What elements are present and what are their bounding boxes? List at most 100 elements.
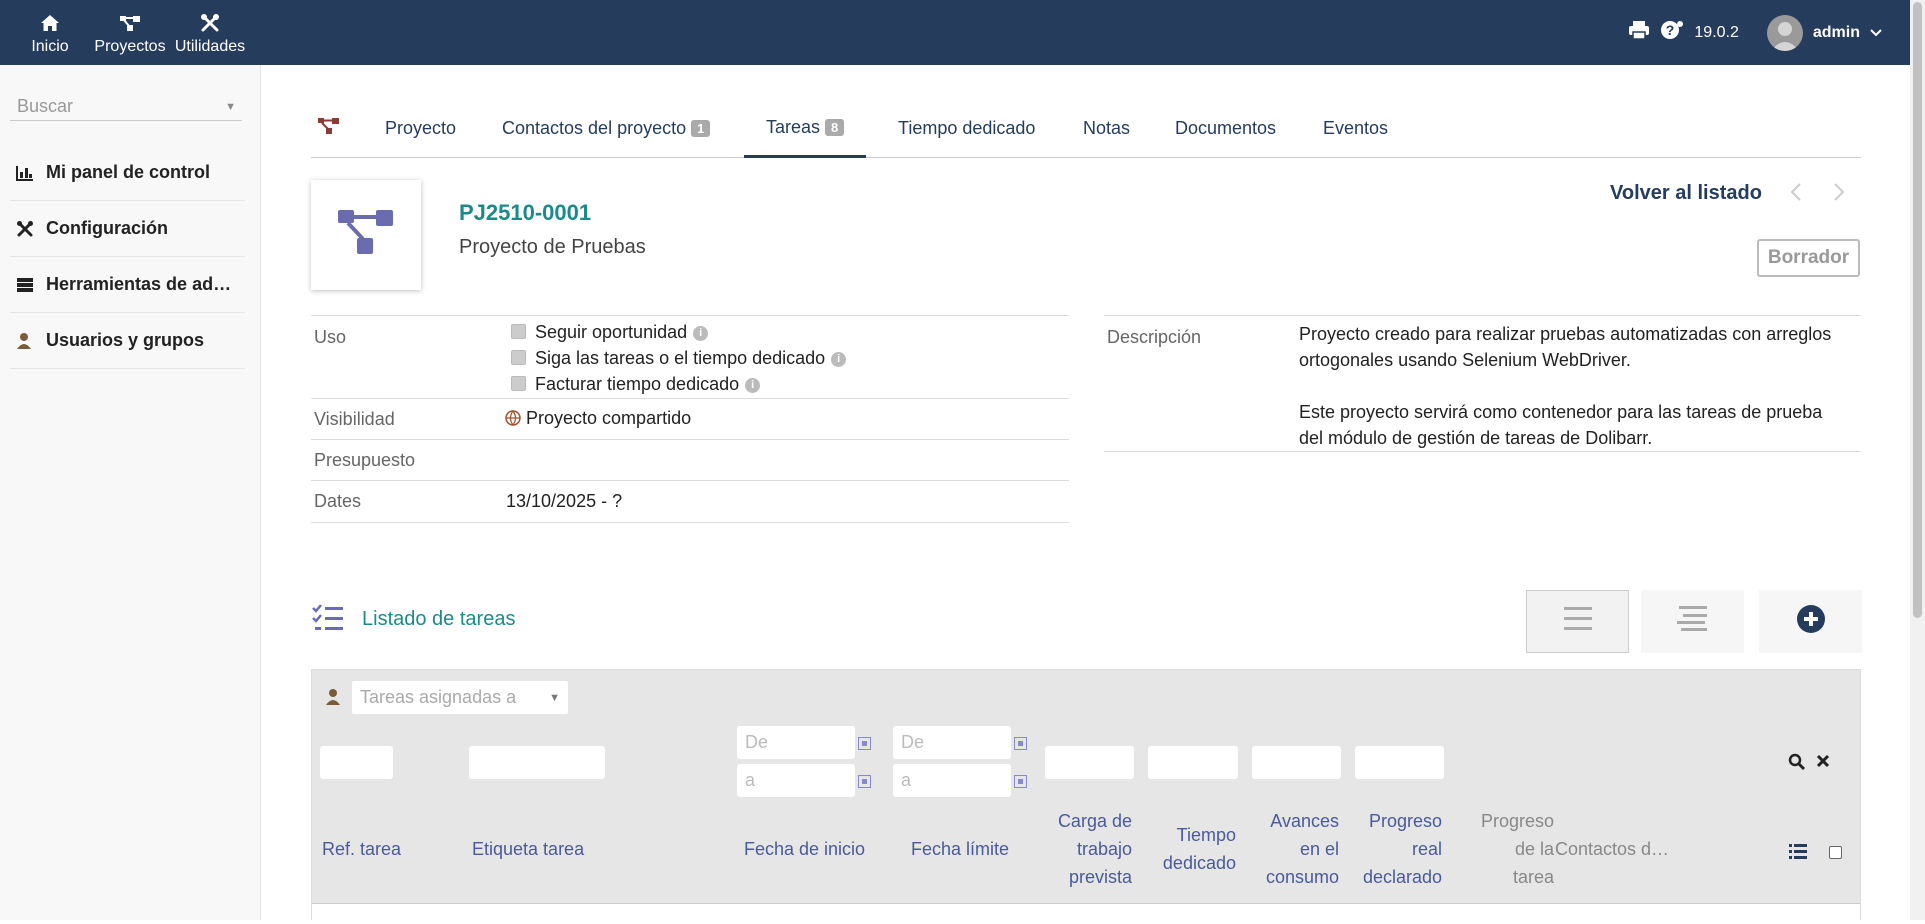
- tab-tareas[interactable]: Tareas 8: [744, 100, 867, 158]
- tab-label: Contactos del proyecto: [502, 117, 687, 138]
- usage-option-label: Siga las tareas o el tiempo dedicado: [535, 348, 826, 368]
- previous-arrow-icon[interactable]: [1790, 182, 1802, 208]
- search-icon[interactable]: [1788, 753, 1806, 776]
- filter-end-to-input[interactable]: a: [893, 764, 1011, 797]
- tab-proyecto[interactable]: Proyecto: [385, 100, 456, 156]
- fields-left: Uso Seguir oportunidad i Siga las tareas …: [311, 315, 1069, 523]
- list-view-button[interactable]: [1526, 590, 1629, 653]
- header-line: Carga de: [1057, 811, 1132, 831]
- scrollbar-thumb[interactable]: [1913, 2, 1922, 618]
- count-badge: 8: [825, 119, 845, 136]
- column-header-consumption-progress[interactable]: Avances en el consumo: [1232, 807, 1339, 891]
- plus-circle-icon: [1796, 604, 1826, 639]
- next-arrow-icon[interactable]: [1833, 182, 1845, 208]
- left-menu: Buscar ▼ Mi panel de control Configuraci…: [0, 65, 261, 920]
- field-dates-row: Dates 13/10/2025 - ?: [311, 480, 1069, 523]
- usage-option: Siga las tareas o el tiempo dedicado i: [511, 348, 847, 369]
- tab-documentos[interactable]: Documentos: [1175, 100, 1276, 156]
- help-icon[interactable]: ?: [1660, 19, 1684, 46]
- field-label: Dates: [314, 491, 362, 511]
- header-line: trabajo: [1076, 839, 1132, 859]
- filter-start-from-input[interactable]: De: [737, 726, 855, 759]
- calendar-icon[interactable]: [1014, 737, 1027, 750]
- list-view-icon: [1563, 607, 1592, 636]
- usage-option-label: Facturar tiempo dedicado: [535, 374, 740, 394]
- filter-declared-progress-input[interactable]: [1355, 746, 1444, 779]
- tab-label: Tiempo dedicado: [898, 117, 1036, 138]
- field-label: Descripción: [1107, 327, 1202, 347]
- chevron-down-icon[interactable]: [1870, 25, 1882, 40]
- select-all-checkbox[interactable]: [1829, 846, 1842, 859]
- tools-icon: [10, 220, 46, 238]
- search-select[interactable]: Buscar ▼: [10, 93, 242, 121]
- filter-time-spent-input[interactable]: [1148, 746, 1238, 779]
- tab-contactos[interactable]: Contactos del proyecto 1: [502, 100, 711, 156]
- nav-projects[interactable]: Proyectos: [90, 0, 170, 65]
- top-right-tools: ? 19.0.2 admin: [1628, 0, 1882, 65]
- column-header-contacts: Contactos d…: [1555, 839, 1670, 859]
- caret-down-icon: ▼: [549, 691, 560, 704]
- tab-notas[interactable]: Notas: [1083, 100, 1130, 156]
- filter-start-to-input[interactable]: a: [737, 764, 855, 797]
- user-name[interactable]: admin: [1813, 24, 1860, 42]
- field-usage-row: Uso Seguir oportunidad i Siga las tareas …: [311, 315, 1069, 398]
- header-line: real: [1411, 839, 1442, 859]
- column-header-start-date[interactable]: Fecha de inicio: [744, 835, 865, 863]
- nav-projects-label: Proyectos: [94, 38, 166, 55]
- filter-end-from-input[interactable]: De: [893, 726, 1011, 759]
- filter-label-input[interactable]: [469, 746, 605, 779]
- filter-consumption-progress-input[interactable]: [1252, 746, 1341, 779]
- usage-option: Facturar tiempo dedicado i: [511, 374, 761, 395]
- filter-ref-input[interactable]: [320, 746, 393, 779]
- gantt-view-button[interactable]: [1641, 590, 1744, 653]
- print-icon[interactable]: [1628, 20, 1650, 45]
- nav-utilities[interactable]: Utilidades: [170, 0, 250, 65]
- filter-planned-workload-input[interactable]: [1045, 746, 1134, 779]
- page-scrollbar[interactable]: [1910, 0, 1925, 920]
- column-header-due-date[interactable]: Fecha límite: [911, 835, 1009, 863]
- header-line: tarea: [1512, 867, 1554, 887]
- svg-text:?: ?: [1666, 22, 1675, 38]
- column-header-time-spent[interactable]: Tiempo dedicado: [1132, 821, 1236, 877]
- task-list-title: Listado de tareas: [362, 608, 516, 630]
- column-selector-icon[interactable]: [1789, 843, 1807, 864]
- checkbox-checked: [511, 324, 526, 339]
- gantt-view-icon: [1676, 606, 1709, 637]
- clear-filter-icon[interactable]: [1816, 754, 1830, 773]
- home-icon: [40, 10, 60, 36]
- column-header-label[interactable]: Etiqueta tarea: [472, 835, 584, 863]
- count-badge: 1: [691, 119, 711, 137]
- avatar[interactable]: [1766, 14, 1803, 51]
- tab-eventos[interactable]: Eventos: [1323, 100, 1388, 156]
- calendar-icon[interactable]: [1014, 775, 1027, 788]
- menu-item-admin-tools[interactable]: Herramientas de ad…: [10, 257, 245, 313]
- header-line: prevista: [1068, 867, 1132, 887]
- calendar-icon[interactable]: [858, 737, 871, 750]
- visibility-text: Proyecto compartido: [526, 408, 692, 428]
- tab-tiempo-dedicado[interactable]: Tiempo dedicado: [898, 100, 1035, 156]
- back-to-list-link[interactable]: Volver al listado: [1610, 182, 1762, 205]
- field-label: Visibilidad: [314, 409, 395, 429]
- tab-project-icon[interactable]: [317, 100, 341, 156]
- menu-item-configuration[interactable]: Configuración: [10, 201, 245, 257]
- project-ref: PJ2510-0001: [459, 200, 592, 225]
- status-badge: Borrador: [1757, 239, 1860, 277]
- nav-home[interactable]: Inicio: [10, 0, 90, 65]
- menu-item-dashboard[interactable]: Mi panel de control: [10, 145, 245, 201]
- column-header-ref[interactable]: Ref. tarea: [322, 835, 401, 863]
- assigned-to-select[interactable]: Tareas asignadas a ▼: [352, 681, 568, 714]
- project-label: Proyecto de Pruebas: [459, 236, 646, 258]
- header-line: Progreso: [1368, 811, 1442, 831]
- description-text: Proyecto creado para realizar pruebas au…: [1299, 321, 1859, 451]
- field-label: Presupuesto: [314, 450, 416, 470]
- calendar-icon[interactable]: [858, 775, 871, 788]
- add-task-button[interactable]: [1759, 590, 1862, 653]
- header-line: declarado: [1362, 867, 1442, 887]
- usage-option: Seguir oportunidad i: [511, 322, 709, 343]
- header-line: Tiempo: [1176, 825, 1236, 845]
- column-header-declared-progress[interactable]: Progreso real declarado: [1332, 807, 1442, 891]
- column-header-planned-workload[interactable]: Carga de trabajo prevista: [1012, 807, 1132, 891]
- user-icon: [325, 688, 341, 711]
- menu-item-users-groups[interactable]: Usuarios y grupos: [10, 313, 245, 369]
- tab-label: Notas: [1083, 117, 1131, 138]
